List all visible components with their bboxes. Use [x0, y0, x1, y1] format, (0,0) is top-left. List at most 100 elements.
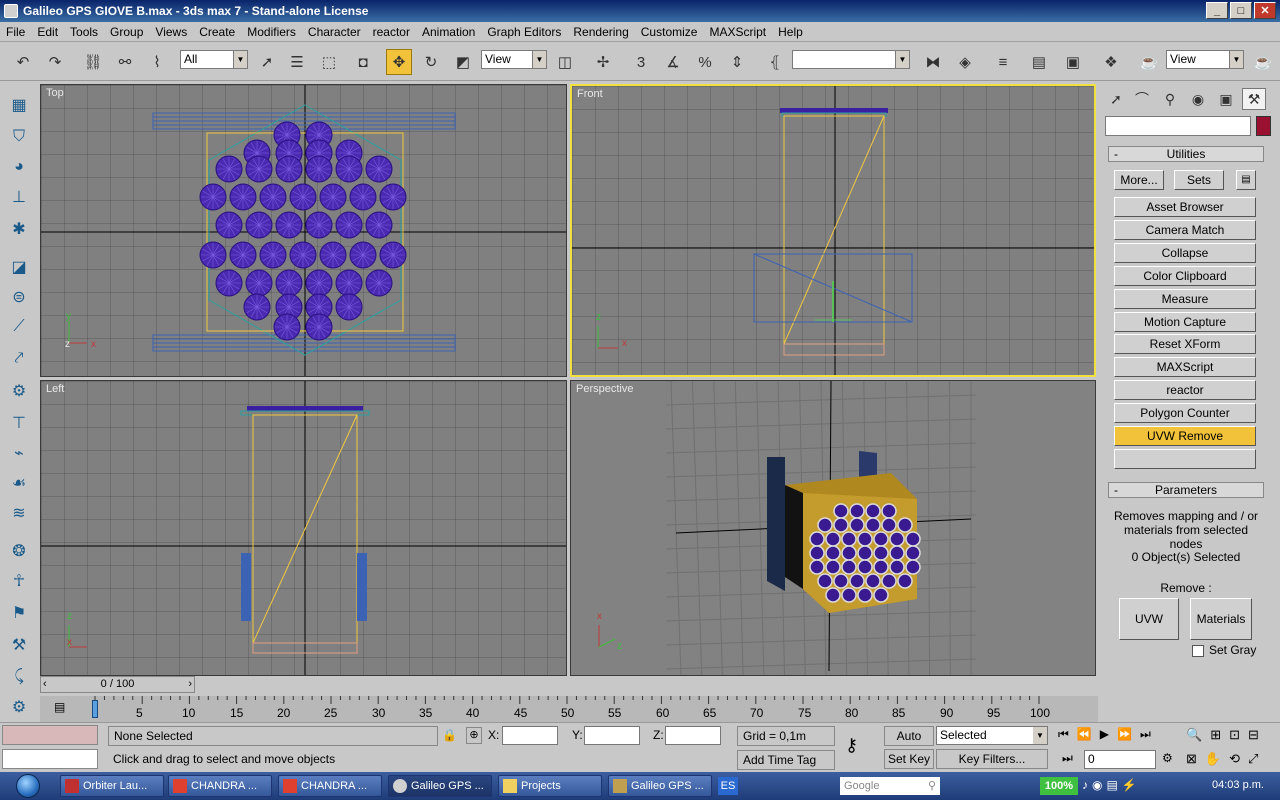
objects-icon[interactable]: ▦ [6, 92, 32, 118]
space-warps-icon[interactable]: ≋ [6, 500, 32, 526]
network-icon[interactable]: ▤ [1106, 778, 1121, 792]
task-chandra-2[interactable]: CHANDRA ... [278, 775, 382, 797]
render-view-dropdown[interactable]: View ▼ [1166, 50, 1244, 69]
hierarchy-tab-icon[interactable]: ⚲ [1158, 88, 1182, 110]
viewport-top[interactable]: y x z Top [40, 84, 567, 377]
z-coordinate-field[interactable] [665, 726, 721, 745]
add-time-tag-button[interactable]: Add Time Tag [737, 750, 835, 770]
morph-icon[interactable]: ☙ [6, 470, 32, 496]
polygon-counter-button[interactable]: Polygon Counter [1114, 403, 1256, 423]
motion-tab-icon[interactable]: ◉ [1186, 88, 1210, 110]
patch-grids-icon[interactable]: ⟋ [6, 314, 32, 340]
rope-icon[interactable]: ⤹ [6, 664, 32, 690]
display-tab-icon[interactable]: ▣ [1214, 88, 1238, 110]
time-slider[interactable]: ‹ 0 / 100 › [40, 676, 195, 693]
chevron-left-icon[interactable]: ‹ [43, 677, 47, 692]
menu-graph-editors[interactable]: Graph Editors [481, 25, 567, 39]
select-object-icon[interactable]: ➚ [254, 49, 280, 75]
go-to-start-icon[interactable]: ⏮ [1058, 727, 1077, 741]
zoom-extents-all-icon[interactable]: ⊟ [1248, 727, 1267, 742]
task-galileo-2[interactable]: Galileo GPS ... [608, 775, 712, 797]
snap-toggle-icon[interactable]: 3 [628, 49, 654, 75]
maximize-button[interactable]: □ [1230, 2, 1252, 19]
modify-tab-icon[interactable]: ⌒ [1130, 88, 1154, 110]
angle-snap-icon[interactable]: ∡ [660, 49, 686, 75]
auto-key-button[interactable]: Auto Key [884, 726, 934, 761]
maxscript-listener-mini[interactable] [2, 725, 98, 745]
shapes-icon[interactable]: ⛉ [6, 124, 32, 150]
menu-rendering[interactable]: Rendering [567, 25, 634, 39]
empty-utility-slot[interactable] [1114, 449, 1256, 469]
firefox-icon[interactable]: ◉ [1092, 778, 1106, 792]
track-bar[interactable]: ▤ 5 10 15 20 25 30 35 40 45 50 55 60 65 … [40, 696, 1098, 722]
dynamics-icon[interactable]: ⚙ [6, 378, 32, 404]
remove-materials-button[interactable]: Materials [1190, 598, 1252, 640]
power-icon[interactable]: ⚡ [1122, 778, 1141, 792]
clock[interactable]: 04:03 p.m. [1212, 779, 1264, 791]
named-selection-dropdown[interactable]: ▼ [792, 50, 910, 69]
pan-icon[interactable]: ✋ [1205, 751, 1229, 766]
maxscript-listener-input[interactable] [2, 749, 98, 769]
viewport-label-left[interactable]: Left [46, 383, 64, 395]
sets-button[interactable]: Sets [1174, 170, 1224, 190]
set-key-button[interactable]: Set Key [884, 749, 934, 769]
viewport-left[interactable]: z x Left [40, 380, 567, 676]
task-galileo-3dsmax[interactable]: Galileo GPS ... [388, 775, 492, 797]
go-to-end-icon[interactable]: ⏭ [1140, 727, 1159, 741]
viewport-front[interactable]: z x Front [570, 84, 1096, 377]
pivot-center-icon[interactable]: ◫ [552, 49, 578, 75]
bones-icon[interactable]: ⌁ [6, 440, 32, 466]
sound-icon[interactable]: ♪ [1082, 778, 1092, 792]
utility-icon[interactable]: ⚙ [6, 694, 32, 720]
battery-indicator[interactable]: 100% [1040, 777, 1078, 795]
render-scene-icon[interactable]: ☕ [1136, 49, 1162, 75]
asset-browser-button[interactable]: Asset Browser [1114, 197, 1256, 217]
object-name-field[interactable] [1105, 116, 1251, 136]
task-projects[interactable]: Projects [498, 775, 602, 797]
google-search-box[interactable]: Google ⚲ [840, 777, 940, 795]
select-and-rotate-icon[interactable]: ↻ [418, 49, 444, 75]
material-editor-icon[interactable]: ❖ [1098, 49, 1124, 75]
reactor-button[interactable]: reactor [1114, 380, 1256, 400]
mirror-icon[interactable]: ⧓ [920, 49, 946, 75]
key-icon[interactable]: ⚷ [845, 735, 858, 756]
measure-button[interactable]: Measure [1114, 289, 1256, 309]
configure-sets-icon[interactable]: ▤ [1236, 170, 1256, 190]
spinner-snap-icon[interactable]: ⇕ [724, 49, 750, 75]
constraint-icon[interactable]: ⚒ [6, 632, 32, 658]
start-button[interactable] [2, 772, 54, 800]
menu-character[interactable]: Character [302, 25, 367, 39]
character-icon[interactable]: ☥ [6, 568, 32, 594]
unlink-icon[interactable]: ⚯ [112, 49, 138, 75]
menu-tools[interactable]: Tools [64, 25, 104, 39]
edit-named-selection-icon[interactable]: ⦃ [762, 49, 788, 75]
maximize-viewport-icon[interactable]: ⤢ [1248, 751, 1266, 766]
menu-animation[interactable]: Animation [416, 25, 481, 39]
region-zoom-icon[interactable]: ⊠ [1186, 751, 1205, 766]
play-icon[interactable]: ▶ [1100, 727, 1117, 741]
previous-frame-icon[interactable]: ⏪ [1077, 727, 1100, 741]
menu-maxscript[interactable]: MAXScript [703, 25, 772, 39]
select-and-scale-icon[interactable]: ◩ [450, 49, 476, 75]
quick-render-icon[interactable]: ☕ [1250, 49, 1276, 75]
bind-space-warp-icon[interactable]: ⌇ [144, 49, 170, 75]
reference-coordinate-dropdown[interactable]: View ▼ [481, 50, 547, 69]
task-chandra-1[interactable]: CHANDRA ... [168, 775, 272, 797]
y-coordinate-field[interactable] [584, 726, 640, 745]
lock-icon[interactable]: 🔒 [442, 728, 457, 742]
reset-xform-button[interactable]: Reset XForm [1114, 334, 1256, 354]
key-filters-button[interactable]: Key Filters... [936, 749, 1048, 769]
manipulate-icon[interactable]: ✢ [590, 49, 616, 75]
uvw-remove-button[interactable]: UVW Remove [1114, 426, 1256, 446]
object-color-swatch[interactable] [1256, 116, 1271, 136]
key-mode-toggle-icon[interactable]: ⏭ [1062, 751, 1073, 766]
viewport-label-front[interactable]: Front [577, 88, 603, 100]
utilities-rollout-header[interactable]: - Utilities [1108, 146, 1264, 162]
viewport-label-perspective[interactable]: Perspective [576, 383, 633, 395]
curve-editor-icon[interactable]: ▤ [1026, 49, 1052, 75]
layer-manager-icon[interactable]: ≡ [990, 49, 1016, 75]
camera-match-button[interactable]: Camera Match [1114, 220, 1256, 240]
color-clipboard-button[interactable]: Color Clipboard [1114, 266, 1256, 286]
key-mode-dropdown[interactable]: Selected ▼ [936, 726, 1048, 745]
rectangular-selection-icon[interactable]: ⬚ [316, 49, 342, 75]
